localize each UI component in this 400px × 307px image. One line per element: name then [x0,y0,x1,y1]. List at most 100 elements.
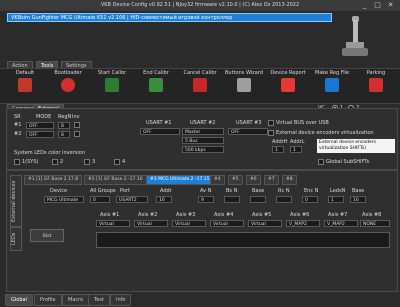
axis-5-select[interactable]: Virtual [248,220,282,227]
led3-label: 3 [92,159,96,165]
axis-2-select[interactable]: Virtual [134,220,168,227]
sr2-mode-select[interactable]: OFF [26,131,54,138]
enc-header: Enc N [304,188,319,194]
device-tab-7[interactable]: #7 [264,175,279,185]
device-tab-4[interactable]: #4 [210,175,225,185]
side-tab-leds[interactable]: LEDs [10,227,22,251]
led3-checkbox[interactable] [84,159,90,165]
make-reg-file-label: Make Reg File [314,70,350,76]
axis-6-label: Axis #6 [290,212,310,218]
usart3-mode-select[interactable]: OFF [228,128,268,135]
leds-field[interactable]: 1 [328,196,344,203]
axis-1-label: Axis #1 [100,212,120,218]
led1-checkbox[interactable] [14,159,20,165]
virtual-bus-label: Virtual BUS over USB [276,120,329,126]
parking-label: Parking [366,70,386,76]
addrl-field[interactable]: 1 [290,146,302,153]
cancel-calibr-label: Cancel Calibr [183,70,217,76]
ext-virt-checkbox[interactable] [268,130,274,136]
usart2-header: USART #2 [190,120,216,126]
sr2-inv-checkbox[interactable] [74,131,80,137]
minimize-button[interactable]: _ [360,1,369,10]
sr2-regn-field[interactable]: 8 [58,131,70,138]
start-calibr-button[interactable]: Start Calibr [92,70,132,100]
tab-macro[interactable]: Macro [62,294,90,306]
axis-grid-area [96,232,390,248]
default-icon [18,78,32,92]
mode-header: MODE [36,114,52,120]
rc-field[interactable] [276,196,292,203]
device-tab-1[interactable]: #1 [1] GF Base 2 17.8 [24,175,83,185]
joystick-icon [342,16,368,56]
tab-test[interactable]: Test [88,294,110,306]
end-calibr-button[interactable]: End Calibr [136,70,176,100]
all-groups-header: All Groups [90,188,116,194]
buttons-wizard-label: Buttons Wizard [225,70,263,76]
axis-1-select[interactable]: Virtual [96,220,130,227]
av-field[interactable]: 9 [198,196,214,203]
tab-info[interactable]: Info [110,294,132,306]
tab-global[interactable]: Global [5,294,33,306]
port-header: Port [120,188,130,194]
axis-7-select[interactable]: V_MAP2 [324,220,358,227]
bs-field[interactable] [224,196,240,203]
make-reg-file-icon [325,78,339,92]
stst-button[interactable]: Stst [30,229,64,242]
addrh-label: AddrH [272,139,288,145]
bootloader-label: Bootloader [54,70,82,76]
bs-header: Bs N [226,188,238,194]
usart2-bus-select[interactable]: 5 Bus [182,137,224,144]
tab-profile[interactable]: Profile [34,294,62,306]
base-field[interactable] [250,196,266,203]
axis-2-label: Axis #2 [138,212,158,218]
axis-8-select[interactable]: NONE [360,220,390,227]
axis-7-label: Axis #7 [328,212,348,218]
default-label: Default [15,70,35,76]
base-header: Base [252,188,265,194]
axis-3-select[interactable]: Virtual [172,220,206,227]
device-report-icon [281,78,295,92]
device-report-button[interactable]: Device Report [268,70,308,100]
parking-button[interactable]: Parking [356,70,396,100]
axis-4-select[interactable]: Virtual [210,220,244,227]
device-tab-6[interactable]: #6 [246,175,261,185]
led4-checkbox[interactable] [114,159,120,165]
close-button[interactable]: ✕ [386,1,395,10]
enc-field[interactable]: 0 [302,196,318,203]
device-tab-5[interactable]: #5 [228,175,243,185]
sr1-regn-field[interactable]: 8 [58,122,70,129]
ext-virt-label: External device encoders virtualization [276,130,374,136]
maximize-button[interactable]: □ [373,1,382,10]
make-reg-file-button[interactable]: Make Reg File [312,70,352,100]
addrh-field[interactable]: 1 [272,146,284,153]
device-report-label: Device Report [270,70,306,76]
axis-8-label: Axis #8 [362,212,382,218]
axis-6-select[interactable]: V_MAP2 [286,220,320,227]
usart2-mode-select[interactable]: Master [182,128,224,135]
addr-field[interactable]: 16 [156,196,172,203]
device-selector[interactable]: VKBsim GunFighter MCG Ultimate K51 v2.10… [7,13,332,22]
device-tab-3[interactable]: #3 MCG Ultimate 2 -17.15 [146,175,214,185]
device-tab-8[interactable]: #8 [282,175,297,185]
bootloader-button[interactable]: Bootloader [48,70,88,100]
regn-header: RegN [58,114,72,120]
all-groups-field[interactable]: 0 [90,196,110,203]
default-button[interactable]: Default [5,70,45,100]
cancel-calibr-button[interactable]: Cancel Calibr [180,70,220,100]
port-select[interactable]: USART2 [116,196,148,203]
global-subshifts-label: Global SubSHIFTs [326,159,370,165]
base2-field[interactable]: 16 [350,196,366,203]
axis-3-label: Axis #3 [176,212,196,218]
sr1-mode-select[interactable]: OFF [26,122,54,129]
usart1-mode-select[interactable]: OFF [140,128,180,135]
led2-checkbox[interactable] [52,159,58,165]
global-subshifts-checkbox[interactable] [318,159,324,165]
sr1-inv-checkbox[interactable] [74,122,80,128]
usart2-speed-select[interactable]: 500 kbps [182,146,224,153]
device-select[interactable]: MCG Ultimate [44,196,84,203]
virtual-bus-checkbox[interactable] [268,120,274,126]
device-tab-2[interactable]: #2 [1] GF Base 2 -17.10 [84,175,147,185]
side-tab-external-devices[interactable]: External devices [10,175,22,227]
rc-header: Rc N [278,188,290,194]
buttons-wizard-button[interactable]: Buttons Wizard [224,70,264,100]
